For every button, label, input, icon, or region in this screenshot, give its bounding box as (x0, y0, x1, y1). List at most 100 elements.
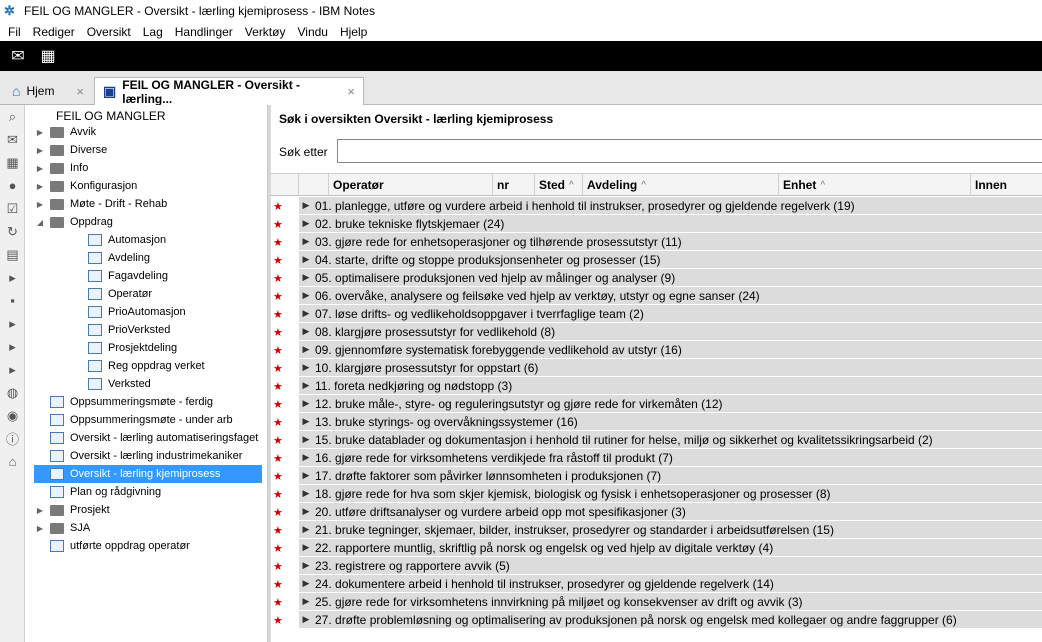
db-icon[interactable]: ▪ (0, 289, 25, 312)
category-row-body[interactable]: ▶ 03. gjøre rede for enhetsoperasjoner og… (299, 233, 1042, 251)
expand-icon[interactable]: ▶ (299, 290, 313, 301)
nav-item[interactable]: ▶ Info (34, 159, 262, 177)
folder-icon[interactable]: ▸ (0, 358, 25, 381)
expand-icon[interactable]: ▶ (299, 614, 313, 625)
expand-icon[interactable]: ▶ (299, 578, 313, 589)
close-icon[interactable]: × (347, 84, 355, 99)
twisty-icon[interactable]: ▶ (34, 182, 46, 191)
folder-icon[interactable]: ▸ (0, 335, 25, 358)
nav-item[interactable]: Verksted (34, 375, 262, 393)
nav-item[interactable]: Prosjektdeling (34, 339, 262, 357)
category-row-body[interactable]: ▶ 15. bruke datablader og dokumentasjon i… (299, 431, 1042, 449)
star-column-header[interactable] (271, 174, 299, 196)
category-row-body[interactable]: ▶ 20. utføre driftsanalyser og vurdere ar… (299, 503, 1042, 521)
category-row[interactable]: ★ ▶ 12. bruke måle-, styre- og regulerings… (271, 395, 1042, 413)
column-header-cell[interactable]: Enhet ^ (779, 174, 971, 196)
category-row[interactable]: ★ ▶ 03. gjøre rede for enhetsoperasjoner o… (271, 233, 1042, 251)
category-row[interactable]: ★ ▶ 16. gjøre rede for virksomhetens verdi… (271, 449, 1042, 467)
category-row-body[interactable]: ▶ 05. optimalisere produksjonen ved hjelp… (299, 269, 1042, 287)
mail-icon[interactable]: ✉ (0, 128, 25, 151)
category-row[interactable]: ★ ▶ 08. klargjøre prosessutstyr for vedlik… (271, 323, 1042, 341)
category-row-body[interactable]: ▶ 24. dokumentere arbeid i henhold til in… (299, 575, 1042, 593)
nav-item[interactable]: Reg oppdrag verket (34, 357, 262, 375)
expand-icon[interactable]: ▶ (299, 218, 313, 229)
sort-ascending-icon[interactable]: ^ (641, 180, 646, 191)
category-row[interactable]: ★ ▶ 21. bruke tegninger, skjemaer, bilder,… (271, 521, 1042, 539)
nav-item[interactable]: Oversikt - lærling automatiseringsfaget (34, 429, 262, 447)
category-row-body[interactable]: ▶ 13. bruke styrings- og overvåkningssyst… (299, 413, 1042, 431)
nav-item[interactable]: Oversikt - lærling industrimekaniker (34, 447, 262, 465)
category-row[interactable]: ★ ▶ 27. drøfte problemløsning og optimalis… (271, 611, 1042, 629)
nav-item[interactable]: Plan og rådgivning (34, 483, 262, 501)
home-icon[interactable]: ⌂ (0, 450, 25, 473)
info-icon[interactable]: ⓘ (0, 427, 25, 450)
category-row-body[interactable]: ▶ 25. gjøre rede for virksomhetens innvir… (299, 593, 1042, 611)
menu-item[interactable]: Vindu (291, 25, 333, 39)
expand-icon[interactable]: ▶ (299, 344, 313, 355)
category-row[interactable]: ★ ▶ 18. gjøre rede for hva som skjer kjemi… (271, 485, 1042, 503)
contacts-icon[interactable]: ● (0, 174, 25, 197)
category-row[interactable]: ★ ▶ 01. planlegge, utføre og vurdere arbei… (271, 197, 1042, 215)
category-row-body[interactable]: ▶ 10. klargjøre prosessutstyr for oppstar… (299, 359, 1042, 377)
menu-item[interactable]: Rediger (27, 25, 81, 39)
expand-icon[interactable]: ▶ (299, 596, 313, 607)
column-header-cell[interactable]: nr (493, 174, 535, 196)
category-row[interactable]: ★ ▶ 23. registrere og rapportere avvik (5) (271, 557, 1042, 575)
category-row-body[interactable]: ▶ 21. bruke tegninger, skjemaer, bilder, … (299, 521, 1042, 539)
twisty-icon[interactable]: ▶ (34, 524, 46, 533)
category-row[interactable]: ★ ▶ 09. gjennomføre systematisk forebyggen… (271, 341, 1042, 359)
search-input[interactable] (337, 139, 1042, 163)
binoculars-icon[interactable]: ⌕ (0, 105, 25, 128)
expand-icon[interactable]: ▶ (299, 470, 313, 481)
expand-icon[interactable]: ▶ (299, 380, 313, 391)
expand-icon[interactable]: ▶ (299, 236, 313, 247)
calendar-icon[interactable]: ▦ (36, 44, 60, 68)
nav-item[interactable]: ▶ Diverse (34, 141, 262, 159)
sort-ascending-icon[interactable]: ^ (569, 180, 574, 191)
category-row[interactable]: ★ ▶ 05. optimalisere produksjonen ved hjel… (271, 269, 1042, 287)
menu-item[interactable]: Verktøy (239, 25, 292, 39)
category-row-body[interactable]: ▶ 22. rapportere muntlig, skriftlig på no… (299, 539, 1042, 557)
nav-item[interactable]: ▶ Konfigurasjon (34, 177, 262, 195)
category-row-body[interactable]: ▶ 02. bruke tekniske flytskjemaer (24) (299, 215, 1042, 233)
twisty-icon[interactable]: ▶ (34, 200, 46, 209)
expand-icon[interactable]: ▶ (299, 398, 313, 409)
twisty-icon[interactable]: ▶ (34, 128, 46, 137)
nav-item[interactable]: Oversikt - lærling kjemiprosess (34, 465, 262, 483)
expand-icon[interactable]: ▶ (299, 506, 313, 517)
tab-database-view[interactable]: ▣ FEIL OG MANGLER - Oversikt - lærling..… (94, 77, 364, 106)
tab-home[interactable]: ⌂ Hjem × (4, 77, 92, 105)
close-icon[interactable]: × (76, 84, 84, 99)
category-row-body[interactable]: ▶ 12. bruke måle-, styre- og reguleringsu… (299, 395, 1042, 413)
menu-item[interactable]: Hjelp (334, 25, 373, 39)
nav-item[interactable]: PrioVerksted (34, 321, 262, 339)
expand-icon[interactable]: ▶ (299, 452, 313, 463)
category-row[interactable]: ★ ▶ 06. overvåke, analysere og feilsøke ve… (271, 287, 1042, 305)
column-header-cell[interactable]: Avdeling ^ (583, 174, 779, 196)
sync-icon[interactable]: ↻ (0, 220, 25, 243)
nav-item[interactable]: Automasjon (34, 231, 262, 249)
twisty-icon[interactable]: ▶ (34, 506, 46, 515)
nav-item[interactable]: ▶ Avvik (34, 123, 262, 141)
expand-icon[interactable]: ▶ (299, 416, 313, 427)
category-row-body[interactable]: ▶ 06. overvåke, analysere og feilsøke ved… (299, 287, 1042, 305)
category-row[interactable]: ★ ▶ 20. utføre driftsanalyser og vurdere a… (271, 503, 1042, 521)
nav-item[interactable]: Fagavdeling (34, 267, 262, 285)
twisty-icon[interactable]: ▶ (34, 164, 46, 173)
column-header-cell[interactable]: Sted ^ (535, 174, 583, 196)
expand-icon[interactable]: ▶ (299, 488, 313, 499)
category-row[interactable]: ★ ▶ 02. bruke tekniske flytskjemaer (24) (271, 215, 1042, 233)
globe-icon[interactable]: ◉ (0, 404, 25, 427)
expand-icon[interactable]: ▶ (299, 542, 313, 553)
todo-icon[interactable]: ☑ (0, 197, 25, 220)
nav-item[interactable]: PrioAutomasjon (34, 303, 262, 321)
category-row-body[interactable]: ▶ 07. løse drifts- og vedlikeholdsoppgave… (299, 305, 1042, 323)
category-row-body[interactable]: ▶ 18. gjøre rede for hva som skjer kjemis… (299, 485, 1042, 503)
twisty-icon[interactable]: ◢ (34, 218, 46, 227)
nav-item[interactable]: utførte oppdrag operatør (34, 537, 262, 555)
category-row-body[interactable]: ▶ 08. klargjøre prosessutstyr for vedlike… (299, 323, 1042, 341)
expand-icon[interactable]: ▶ (299, 524, 313, 535)
expand-icon[interactable]: ▶ (299, 308, 313, 319)
category-row-body[interactable]: ▶ 23. registrere og rapportere avvik (5) (299, 557, 1042, 575)
calendar-icon[interactable]: ▦ (0, 151, 25, 174)
